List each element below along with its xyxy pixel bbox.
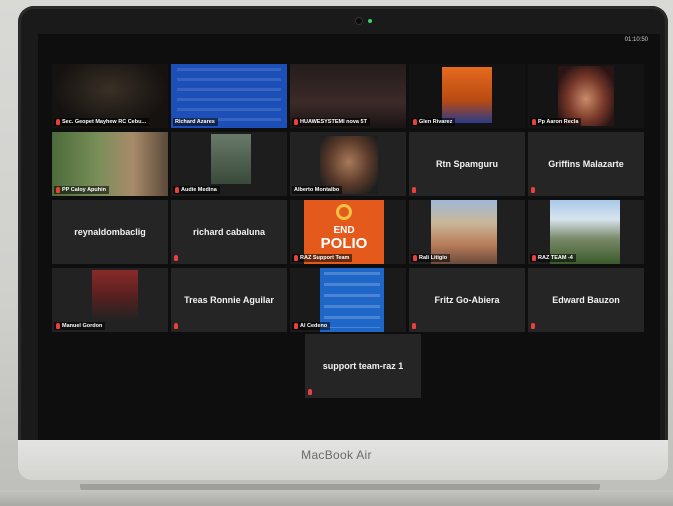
participant-tile[interactable]: HUAWESYSTEMI nova 5T (290, 64, 406, 128)
muted-mic-icon (56, 187, 60, 193)
participant-tile[interactable]: END POLIO RAZ Support Team (290, 200, 406, 264)
participant-tile[interactable]: PP Caloy Apuhin (52, 132, 168, 196)
participant-tile[interactable]: Sec. Geopet Mayhew RC Cebu... (52, 64, 168, 128)
muted-mic-icon (294, 255, 298, 261)
participant-name: Audie Medina (181, 187, 217, 193)
participant-name-label: Manuel Gordon (54, 322, 106, 330)
video-image (211, 134, 251, 184)
muted-mic-icon (413, 255, 417, 261)
gallery-view-grid: Sec. Geopet Mayhew RC Cebu... Richard Aza… (52, 64, 644, 332)
participant-name: HUAWESYSTEMI nova 5T (300, 119, 367, 125)
participant-name-label: Pp Aaron Recla (530, 118, 582, 126)
participant-name-label: PP Caloy Apuhin (54, 186, 110, 194)
participant-name: PP Caloy Apuhin (62, 187, 107, 193)
muted-mic-icon (531, 323, 535, 329)
participant-tile[interactable]: Griffins Malazarte (528, 132, 644, 196)
muted-mic-icon (294, 323, 298, 329)
rotary-wheel-icon (336, 204, 352, 220)
polio-banner-line: POLIO (320, 235, 368, 252)
video-image (442, 67, 492, 123)
participant-tile[interactable]: Al Cedeno (290, 268, 406, 332)
participant-name-label: HUAWESYSTEMI nova 5T (292, 118, 370, 126)
muted-mic-icon (175, 187, 179, 193)
participant-tile[interactable]: Treas Ronnie Aguilar (171, 268, 287, 332)
background-pattern (177, 68, 281, 124)
model-label: MacBook Air (301, 448, 372, 462)
participant-name: Pp Aaron Recla (538, 119, 579, 125)
zoom-meeting-window: 01:10:50 Sec. Geopet Mayhew RC Cebu... Ri… (38, 34, 660, 442)
participant-tile[interactable]: reynaldombaclig (52, 200, 168, 264)
participant-name-label: Audie Medina (173, 186, 220, 194)
muted-mic-icon (532, 119, 536, 125)
muted-mic-icon (294, 119, 298, 125)
participant-tile[interactable]: Audie Medina (171, 132, 287, 196)
participant-name: Rali Litigio (419, 255, 448, 261)
participant-name-label: Glen Rivarez (411, 118, 456, 126)
participant-name: RAZ Support Team (300, 255, 350, 261)
muted-mic-icon (174, 255, 178, 261)
participant-name: Edward Bauzon (552, 295, 620, 305)
webcam (355, 17, 363, 25)
participant-tile[interactable]: Rali Litigio (409, 200, 525, 264)
participant-name: richard cabaluna (192, 227, 266, 237)
participant-name-label: Sec. Geopet Mayhew RC Cebu... (54, 118, 150, 126)
participant-name-label: Alberto Montalbo (292, 186, 343, 194)
participant-name-label: RAZ Support Team (292, 254, 353, 262)
participant-tile[interactable]: support team-raz 1 (305, 334, 421, 398)
muted-mic-icon (412, 187, 416, 193)
participant-name: support team-raz 1 (322, 361, 404, 371)
laptop-base (0, 490, 673, 506)
participant-name: Sec. Geopet Mayhew RC Cebu... (62, 119, 147, 125)
participant-tile[interactable]: RAZ TEAM -4 (528, 200, 644, 264)
muted-mic-icon (531, 187, 535, 193)
participant-name-label: Rali Litigio (411, 254, 451, 262)
muted-mic-icon (56, 323, 60, 329)
participant-name: Glen Rivarez (419, 119, 453, 125)
participant-name: Rtn Spamguru (436, 159, 498, 169)
muted-mic-icon (174, 323, 178, 329)
participant-name-label: Richard Azares (173, 118, 218, 126)
muted-mic-icon (412, 323, 416, 329)
participant-name: Manuel Gordon (62, 323, 103, 329)
muted-mic-icon (413, 119, 417, 125)
participant-tile[interactable]: Rtn Spamguru (409, 132, 525, 196)
participant-name: RAZ TEAM -4 (538, 255, 573, 261)
participant-name-label: RAZ TEAM -4 (530, 254, 576, 262)
participant-name-label: Al Cedeno (292, 322, 331, 330)
participant-name: Al Cedeno (300, 323, 328, 329)
participant-tile[interactable]: Edward Bauzon (528, 268, 644, 332)
muted-mic-icon (56, 119, 60, 125)
participant-tile[interactable]: Glen Rivarez (409, 64, 525, 128)
participant-tile[interactable]: Pp Aaron Recla (528, 64, 644, 128)
participant-tile[interactable]: Fritz Go-Abiera (409, 268, 525, 332)
participant-tile[interactable]: Richard Azares (171, 64, 287, 128)
muted-mic-icon (532, 255, 536, 261)
participant-name: Alberto Montalbo (294, 187, 340, 193)
camera-indicator-light (368, 19, 372, 23)
background-pattern (324, 272, 380, 328)
participant-name: Griffins Malazarte (548, 159, 624, 169)
participant-name: Richard Azares (175, 119, 215, 125)
muted-mic-icon (308, 389, 312, 395)
meeting-clock: 01:10:50 (624, 37, 648, 43)
participant-name: reynaldombaclig (74, 227, 146, 237)
video-image (92, 270, 138, 320)
participant-tile[interactable]: richard cabaluna (171, 200, 287, 264)
participant-name: Fritz Go-Abiera (434, 295, 500, 305)
participant-tile-support[interactable]: support team-raz 1 (305, 334, 421, 398)
video-image (558, 66, 614, 126)
participant-tile[interactable]: Alberto Montalbo (290, 132, 406, 196)
participant-tile[interactable]: Manuel Gordon (52, 268, 168, 332)
participant-name: Treas Ronnie Aguilar (184, 295, 274, 305)
